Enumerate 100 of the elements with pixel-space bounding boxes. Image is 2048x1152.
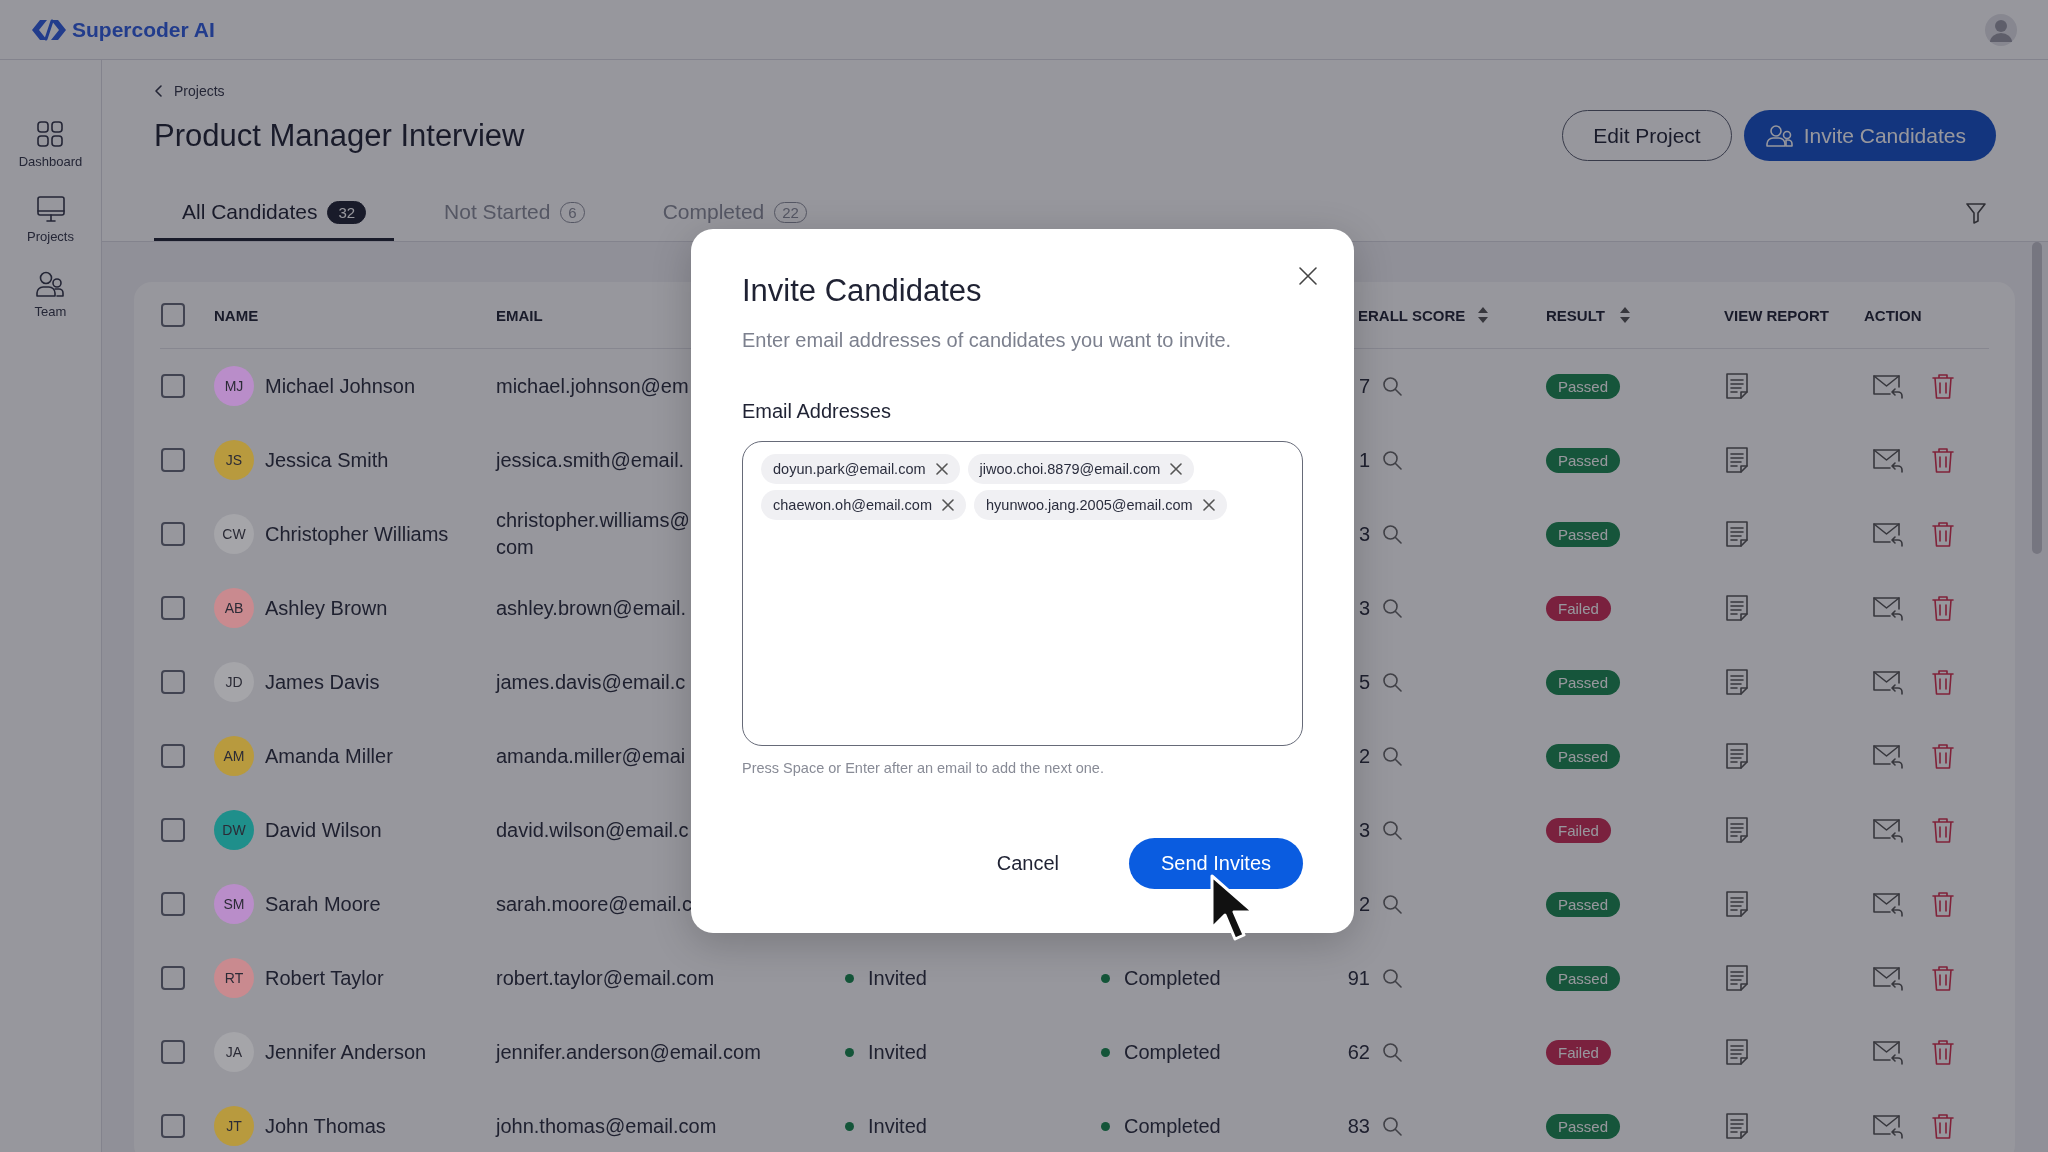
table-cell: Jessica Smith <box>265 448 389 472</box>
trash-icon[interactable] <box>1930 1112 1956 1140</box>
filter-icon[interactable] <box>1964 201 1988 225</box>
table-cell-text: james.davis@email.c <box>496 669 686 695</box>
email-input-field[interactable]: doyun.park@email.com jiwoo.choi.8879@email.com chaewon.oh@email.com hyunwoo.jang.2005@email.com <box>742 441 1303 746</box>
document-icon[interactable] <box>1724 890 1750 918</box>
search-icon[interactable] <box>1382 376 1402 396</box>
invite-button[interactable]: Invite Candidates <box>1743 110 1996 161</box>
mail-icon[interactable] <box>1872 743 1904 769</box>
table-cell: David Wilson <box>265 818 382 842</box>
logo-text[interactable]: Supercoder AI <box>72 17 215 42</box>
grid-icon[interactable] <box>36 120 65 148</box>
search-icon[interactable] <box>1382 894 1402 914</box>
user-avatar[interactable] <box>1984 12 2018 47</box>
initials-avatar: JD <box>214 662 254 702</box>
trash-icon[interactable] <box>1930 668 1956 696</box>
sort-icon[interactable] <box>1618 306 1631 324</box>
table-cell: Completed <box>1124 1114 1221 1138</box>
table-cell-text: 62 <box>1346 1040 1370 1064</box>
document-icon[interactable] <box>1724 816 1750 844</box>
mail-icon[interactable] <box>1872 817 1904 843</box>
table-cell: Robert Taylor <box>265 966 384 990</box>
trash-icon[interactable] <box>1930 520 1956 548</box>
checkbox[interactable] <box>161 522 185 546</box>
result-badge: Failed <box>1546 817 1611 843</box>
trash-icon[interactable] <box>1930 594 1956 622</box>
chevron-left-icon[interactable] <box>154 84 164 98</box>
send-button[interactable]: Send Invites <box>1129 838 1303 889</box>
checkbox[interactable] <box>161 374 185 398</box>
mail-icon[interactable] <box>1872 373 1904 399</box>
close-icon[interactable] <box>1297 265 1319 287</box>
checkbox[interactable] <box>161 818 185 842</box>
logo-icon[interactable] <box>30 17 68 42</box>
checkbox[interactable] <box>161 303 185 327</box>
document-icon[interactable] <box>1724 964 1750 992</box>
search-icon[interactable] <box>1382 524 1402 544</box>
table-cell-text: sarah.moore@email.c <box>496 891 692 917</box>
monitor-icon[interactable] <box>35 195 66 223</box>
checkbox[interactable] <box>161 1114 185 1138</box>
mail-icon[interactable] <box>1872 965 1904 991</box>
trash-icon[interactable] <box>1930 446 1956 474</box>
remove-icon[interactable] <box>1202 499 1215 511</box>
mail-icon[interactable] <box>1872 891 1904 917</box>
trash-icon[interactable] <box>1930 372 1956 400</box>
checkbox[interactable] <box>161 1040 185 1064</box>
sidebar-item[interactable]: Dashboard <box>18 154 83 169</box>
document-icon[interactable] <box>1724 520 1750 548</box>
document-icon[interactable] <box>1724 1112 1750 1140</box>
table-cell-text: 3 <box>1357 818 1370 842</box>
sidebar-item[interactable]: Team <box>34 304 67 319</box>
trash-icon[interactable] <box>1930 1038 1956 1066</box>
scrollbar[interactable] <box>2032 242 2042 554</box>
sidebar-item[interactable]: Projects <box>27 229 74 244</box>
table-cell: Invited <box>868 1040 927 1064</box>
checkbox[interactable] <box>161 448 185 472</box>
trash-icon[interactable] <box>1930 964 1956 992</box>
search-icon[interactable] <box>1382 672 1402 692</box>
mail-icon[interactable] <box>1872 669 1904 695</box>
status-dot <box>1101 973 1110 983</box>
checkbox[interactable] <box>161 892 185 916</box>
remove-icon[interactable] <box>1170 463 1183 475</box>
column-header: VIEW REPORT <box>1724 306 1829 324</box>
chip-text: chaewon.oh@email.com <box>773 497 932 513</box>
trash-icon[interactable] <box>1930 742 1956 770</box>
remove-icon[interactable] <box>942 499 954 511</box>
table-cell-text: david.wilson@email.c <box>496 817 689 843</box>
mail-icon[interactable] <box>1872 447 1904 473</box>
trash-icon[interactable] <box>1930 890 1956 918</box>
search-icon[interactable] <box>1382 1042 1402 1062</box>
breadcrumb-link[interactable]: Projects <box>174 83 225 99</box>
search-icon[interactable] <box>1382 1116 1402 1136</box>
remove-icon[interactable] <box>935 463 948 475</box>
table-cell-text: jessica.smith@email. <box>496 447 685 473</box>
status-dot <box>845 1047 854 1057</box>
search-icon[interactable] <box>1382 598 1402 618</box>
document-icon[interactable] <box>1724 446 1750 474</box>
document-icon[interactable] <box>1724 1038 1750 1066</box>
search-icon[interactable] <box>1382 820 1402 840</box>
checkbox[interactable] <box>161 744 185 768</box>
search-icon[interactable] <box>1382 450 1402 470</box>
mail-icon[interactable] <box>1872 1039 1904 1065</box>
mail-icon[interactable] <box>1872 1113 1904 1139</box>
mail-icon[interactable] <box>1872 595 1904 621</box>
table-cell-text: 7 <box>1357 374 1370 398</box>
document-icon[interactable] <box>1724 742 1750 770</box>
people-icon[interactable] <box>35 270 66 298</box>
document-icon[interactable] <box>1724 668 1750 696</box>
checkbox[interactable] <box>161 670 185 694</box>
trash-icon[interactable] <box>1930 816 1956 844</box>
checkbox[interactable] <box>161 966 185 990</box>
edit-button[interactable]: Edit Project <box>1562 110 1732 161</box>
search-icon[interactable] <box>1382 746 1402 766</box>
document-icon[interactable] <box>1724 594 1750 622</box>
dialog-title: Invite Candidates <box>742 273 983 309</box>
document-icon[interactable] <box>1724 372 1750 400</box>
search-icon[interactable] <box>1382 968 1402 988</box>
checkbox[interactable] <box>161 596 185 620</box>
result-badge: Passed <box>1546 1113 1621 1139</box>
sort-icon[interactable] <box>1477 306 1490 324</box>
mail-icon[interactable] <box>1872 521 1904 547</box>
